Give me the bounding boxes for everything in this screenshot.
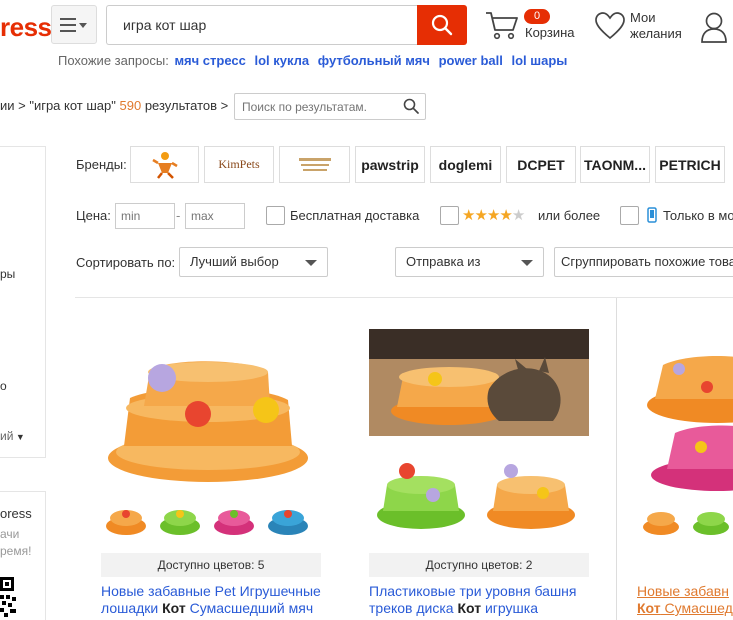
star-icon: ★	[499, 207, 512, 224]
star-icon: ★	[474, 207, 487, 224]
app-promo-panel: oress ачи ремя!	[0, 491, 46, 620]
sidebar-item[interactable]: ры	[0, 267, 15, 281]
result-count: 590	[119, 98, 142, 113]
search-within-results-input[interactable]	[234, 93, 426, 120]
related-link[interactable]: lol кукла	[254, 53, 309, 68]
related-link[interactable]: мяч стресс	[174, 53, 245, 68]
free-shipping-label: Бесплатная доставка	[290, 208, 420, 223]
product-title-link[interactable]: Пластиковые три уровня башня треков диск…	[369, 583, 595, 617]
promo-line: oress	[0, 506, 32, 521]
sort-value: Лучший выбор	[190, 254, 279, 269]
sort-label: Сортировать по:	[76, 255, 176, 270]
pet-logo-icon	[151, 151, 178, 179]
price-min-input[interactable]	[115, 203, 175, 229]
brand-logo-button[interactable]	[279, 146, 350, 183]
promo-line: ачи	[0, 527, 20, 541]
product-title-link[interactable]: Новые забавные Pet Игрушечные лошадки Ко…	[101, 583, 327, 617]
ship-from-select[interactable]: Отправка из	[395, 247, 544, 277]
menu-icon	[60, 17, 87, 32]
category-sidebar: ры о ий ▼	[0, 146, 46, 458]
user-icon[interactable]	[700, 11, 728, 48]
group-similar-select[interactable]: Сгруппировать похожие това	[554, 247, 733, 277]
sidebar-item[interactable]: о	[0, 379, 7, 393]
mobile-phone-icon	[647, 207, 657, 223]
related-searches: Похожие запросы: мяч стресс lol кукла фу…	[58, 53, 567, 68]
heart-icon[interactable]	[595, 12, 625, 45]
price-dash: -	[176, 208, 181, 223]
star-icon: ★	[511, 207, 525, 224]
star-icon: ★	[486, 207, 500, 224]
brand-button-dcpet[interactable]: DCPET	[506, 146, 576, 183]
brand-button-petrich[interactable]: PETRICH	[655, 146, 725, 183]
brand-button-doglemi[interactable]: doglemi	[430, 146, 501, 183]
search-icon	[431, 14, 453, 36]
group-similar-value: Сгруппировать похожие това	[561, 254, 733, 269]
available-colors: Доступно цветов: 2	[369, 553, 589, 577]
cart-icon[interactable]	[485, 10, 519, 45]
product-title-link[interactable]: Новые забавн Кот Сумасшед	[637, 583, 733, 617]
product-image[interactable]	[369, 329, 589, 550]
brand-button-taonm[interactable]: TAONM...	[580, 146, 650, 183]
wishlist-link[interactable]: Мои желания	[630, 10, 690, 42]
search-icon[interactable]	[403, 98, 419, 119]
price-max-input[interactable]	[185, 203, 245, 229]
chevron-down-icon: ▼	[13, 432, 25, 442]
mobile-only-checkbox[interactable]	[620, 206, 639, 225]
dropdown-caret-icon	[305, 260, 317, 266]
cart-count-badge: 0	[524, 9, 550, 24]
related-label: Похожие запросы:	[58, 53, 169, 68]
brand-button-kimpets[interactable]: KimPets	[204, 146, 274, 183]
free-shipping-checkbox[interactable]	[266, 206, 285, 225]
star-icon: ★	[462, 207, 475, 224]
promo-line: ремя!	[0, 544, 32, 558]
sidebar-more-toggle[interactable]: ий ▼	[0, 429, 25, 443]
brands-label: Бренды:	[76, 157, 127, 172]
category-menu-button[interactable]	[51, 5, 97, 44]
search-input[interactable]	[106, 5, 418, 45]
related-link[interactable]: lol шары	[512, 53, 568, 68]
sort-select[interactable]: Лучший выбор	[179, 247, 328, 277]
qr-code	[0, 577, 16, 617]
product-image[interactable]	[637, 329, 733, 550]
brand-button-pawstrip[interactable]: pawstrip	[355, 146, 425, 183]
brand-logo-icon	[298, 157, 331, 171]
related-link[interactable]: power ball	[439, 53, 503, 68]
cart-link[interactable]: Корзина	[525, 25, 575, 40]
breadcrumb-item[interactable]: ии > "игра кот шар"	[0, 98, 120, 113]
available-colors: Доступно цветов: 5	[101, 553, 321, 577]
search-button[interactable]	[417, 5, 467, 45]
breadcrumb: ии > "игра кот шар" 590 результатов >	[0, 98, 228, 113]
breadcrumb-suffix: результатов >	[141, 98, 229, 113]
mobile-only-label: Только в мо	[663, 208, 733, 223]
price-label: Цена:	[76, 208, 111, 223]
ship-from-value: Отправка из	[406, 254, 481, 269]
card-divider	[616, 298, 617, 620]
site-logo[interactable]: ress™	[0, 12, 57, 43]
related-link[interactable]: футбольный мяч	[318, 53, 430, 68]
rating-label: или более	[538, 208, 601, 223]
rating-checkbox[interactable]	[440, 206, 459, 225]
product-image[interactable]	[100, 328, 320, 550]
rating-stars: ★★★★★	[462, 206, 525, 224]
dropdown-caret-icon	[521, 260, 533, 266]
brand-logo-button[interactable]	[130, 146, 199, 183]
filters-divider	[75, 297, 733, 298]
